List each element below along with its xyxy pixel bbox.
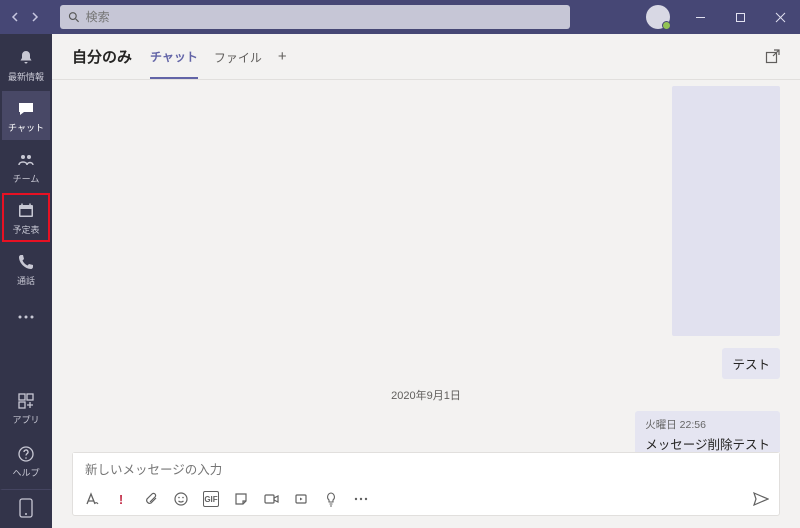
rail-label: アプリ (12, 413, 39, 426)
teams-icon (16, 150, 36, 170)
sticker-icon (234, 492, 248, 506)
rail-label: 通話 (17, 274, 35, 287)
stream-icon (294, 492, 308, 506)
rail-calendar[interactable]: 予定表 (2, 193, 50, 242)
tab-add-button[interactable]: + (278, 48, 287, 65)
apps-icon (16, 391, 36, 411)
rail-chat[interactable]: チャット (2, 91, 50, 140)
chat-title: 自分のみ (72, 46, 132, 67)
chat-icon (16, 99, 36, 119)
window-minimize-button[interactable] (680, 0, 720, 34)
bulb-icon (325, 492, 337, 507)
compose-toolbar: ! GIF (73, 487, 779, 515)
emoji-icon (174, 492, 188, 506)
format-icon (84, 492, 99, 506)
nav-forward-button[interactable] (26, 8, 44, 26)
title-bar (0, 0, 800, 34)
send-button[interactable] (753, 491, 769, 507)
chat-header: 自分のみ チャット ファイル + (52, 34, 800, 80)
rail-label: 予定表 (12, 223, 39, 236)
message-bubble[interactable]: 火曜日 22:56 メッセージ削除テスト (635, 411, 780, 452)
rail-more[interactable] (2, 295, 50, 339)
search-input[interactable] (86, 10, 562, 24)
compose-box: ! GIF (72, 452, 780, 516)
message-text: テスト (732, 354, 770, 373)
search-box[interactable] (60, 5, 570, 29)
sticker-button[interactable] (233, 491, 249, 507)
send-icon (753, 492, 769, 506)
stream-button[interactable] (293, 491, 309, 507)
search-icon (68, 11, 80, 23)
rail-calls[interactable]: 通話 (2, 244, 50, 293)
priority-button[interactable]: ! (113, 491, 129, 507)
phone-icon (16, 252, 36, 272)
message-bubble[interactable]: テスト (722, 348, 780, 379)
gif-button[interactable]: GIF (203, 491, 219, 507)
bell-icon (16, 48, 36, 68)
help-icon (16, 444, 36, 464)
calendar-icon (16, 201, 36, 221)
rail-label: ヘルプ (12, 466, 39, 479)
compose-input[interactable] (73, 453, 779, 487)
app-rail: 最新情報 チャット チーム 予定表 通話 (0, 34, 52, 528)
popout-button[interactable] (765, 49, 780, 64)
presence-badge (662, 21, 671, 30)
window-close-button[interactable] (760, 0, 800, 34)
format-button[interactable] (83, 491, 99, 507)
praise-button[interactable] (323, 491, 339, 507)
message-attachment-placeholder (672, 86, 780, 336)
more-tools-button[interactable] (353, 491, 369, 507)
rail-label: チャット (8, 121, 44, 134)
rail-teams[interactable]: チーム (2, 142, 50, 191)
rail-help[interactable]: ヘルプ (2, 436, 50, 485)
avatar[interactable] (646, 5, 670, 29)
meet-button[interactable] (263, 491, 279, 507)
rail-mobile[interactable] (0, 489, 52, 524)
ellipsis-icon (354, 497, 368, 501)
rail-apps[interactable]: アプリ (2, 383, 50, 432)
video-icon (264, 493, 279, 505)
popout-icon (765, 49, 780, 64)
rail-label: 最新情報 (8, 70, 44, 83)
chat-pane: 自分のみ チャット ファイル + テスト (52, 34, 800, 528)
date-separator: 2020年9月1日 (72, 387, 780, 403)
message-list: テスト 2020年9月1日 火曜日 22:56 メッセージ削除テスト (52, 80, 800, 452)
rail-activity[interactable]: 最新情報 (2, 40, 50, 89)
message-text: メッセージ削除テスト (645, 434, 770, 452)
message-meta: 火曜日 22:56 (645, 417, 770, 432)
tab-chat[interactable]: チャット (150, 34, 198, 79)
emoji-button[interactable] (173, 491, 189, 507)
paperclip-icon (144, 492, 158, 506)
attach-button[interactable] (143, 491, 159, 507)
tab-file[interactable]: ファイル (214, 35, 262, 78)
rail-label: チーム (13, 172, 40, 185)
ellipsis-icon (16, 307, 36, 327)
mobile-icon (16, 498, 36, 518)
nav-back-button[interactable] (6, 8, 24, 26)
window-maximize-button[interactable] (720, 0, 760, 34)
